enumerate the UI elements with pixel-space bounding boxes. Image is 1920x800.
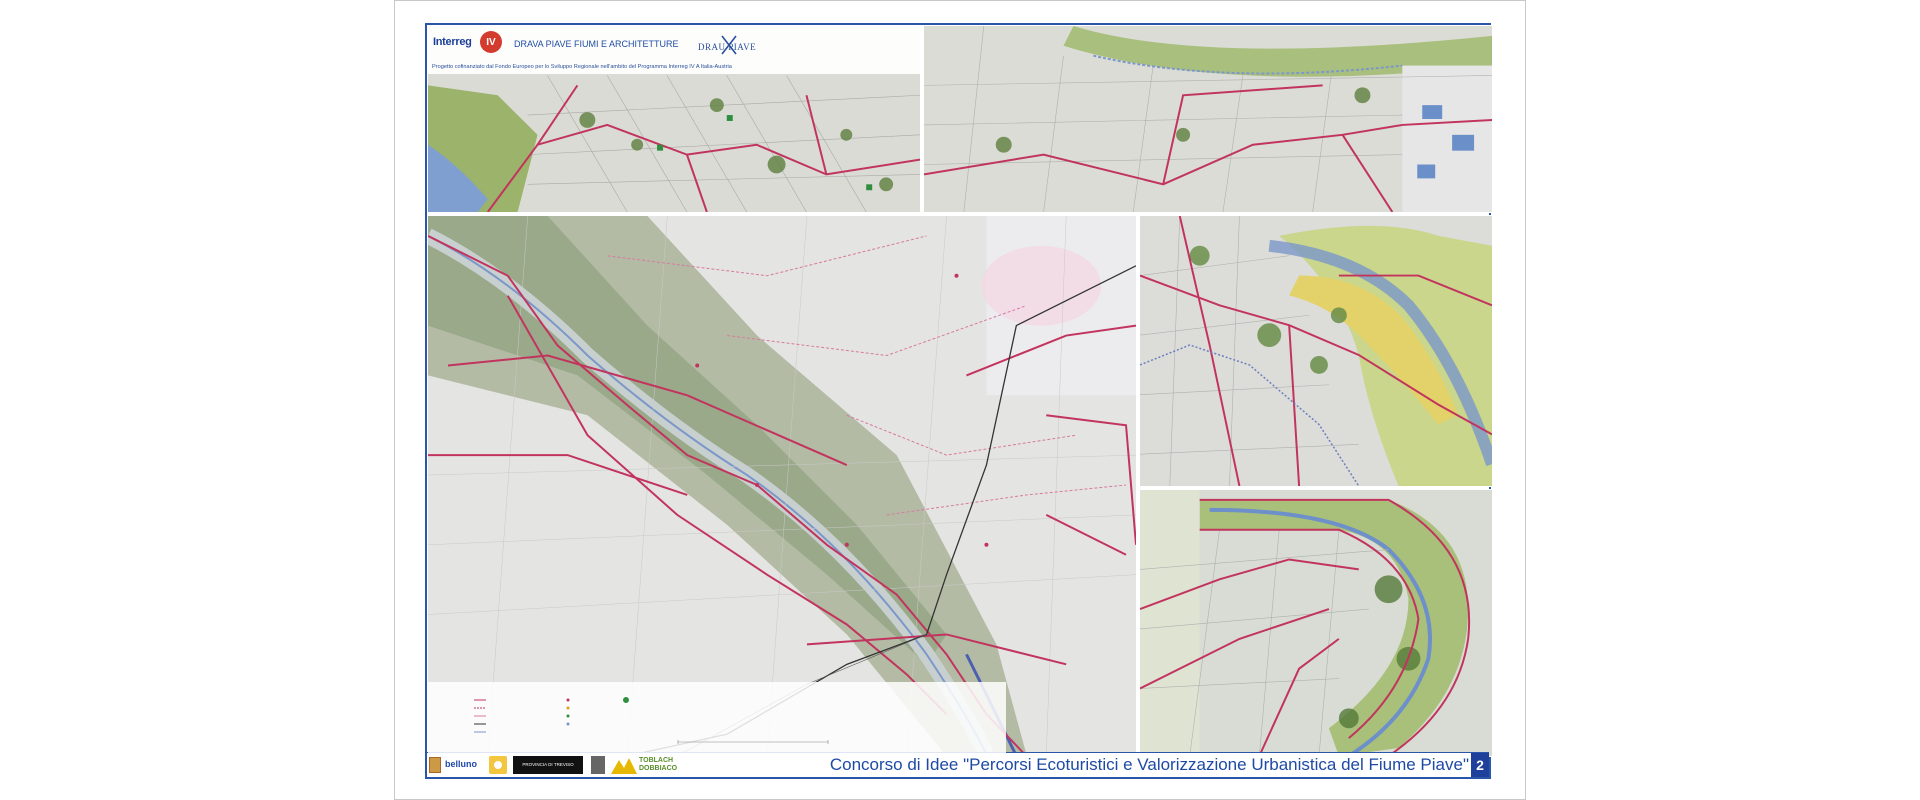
- poster-sheet: Interreg IV DRAVA PIAVE FIUMI E ARCHITET…: [394, 0, 1526, 800]
- toblach-logo-text: TOBLACH: [639, 757, 674, 764]
- crest-logo: [591, 756, 605, 774]
- poster-frame: Interreg IV DRAVA PIAVE FIUMI E ARCHITET…: [425, 23, 1493, 779]
- sun-icon: [494, 761, 502, 769]
- sun-logo: [489, 756, 507, 774]
- map-legend: [428, 682, 1006, 756]
- map-panel-right-middle: [1139, 215, 1493, 487]
- map-panel-top-left: Interreg IV DRAVA PIAVE FIUMI E ARCHITET…: [427, 25, 921, 213]
- toblach-logo: TOBLACH DOBBIACO: [611, 756, 691, 774]
- drau-piave-logo: DRAU PIAVE: [694, 30, 764, 66]
- belluno-logo-text: belluno: [445, 759, 477, 769]
- mountain-icon: [611, 758, 637, 774]
- main-map-panel: [427, 215, 1137, 757]
- belluno-logo: belluno: [429, 756, 485, 774]
- competition-title: Concorso di Idee "Percorsi Ecoturistici …: [829, 755, 1469, 774]
- interreg-logo-text: Interreg: [433, 36, 472, 48]
- project-title: DRAVA PIAVE FIUMI E ARCHITETTURE: [514, 39, 679, 49]
- legend-symbols: [474, 697, 829, 744]
- interreg-logo: Interreg IV: [431, 30, 503, 56]
- map-panel-top-right: [923, 25, 1493, 213]
- map-panel-right-bottom: [1139, 489, 1493, 757]
- drau-piave-logo-text: DRAU PIAVE: [698, 42, 757, 52]
- page-number-badge: 2: [1471, 753, 1489, 777]
- belluno-crest-icon: [429, 757, 441, 773]
- treviso-logo-text: PROVINCIA DI TREVISO: [522, 762, 574, 767]
- project-subtitle: Progetto cofinanziato dal Fondo Europeo …: [432, 64, 732, 70]
- header-band: Interreg IV DRAVA PIAVE FIUMI E ARCHITET…: [428, 26, 920, 74]
- interreg-iv-badge: IV: [480, 31, 502, 53]
- dobbiaco-logo-text: DOBBIACO: [639, 765, 678, 772]
- treviso-logo: PROVINCIA DI TREVISO: [513, 756, 583, 774]
